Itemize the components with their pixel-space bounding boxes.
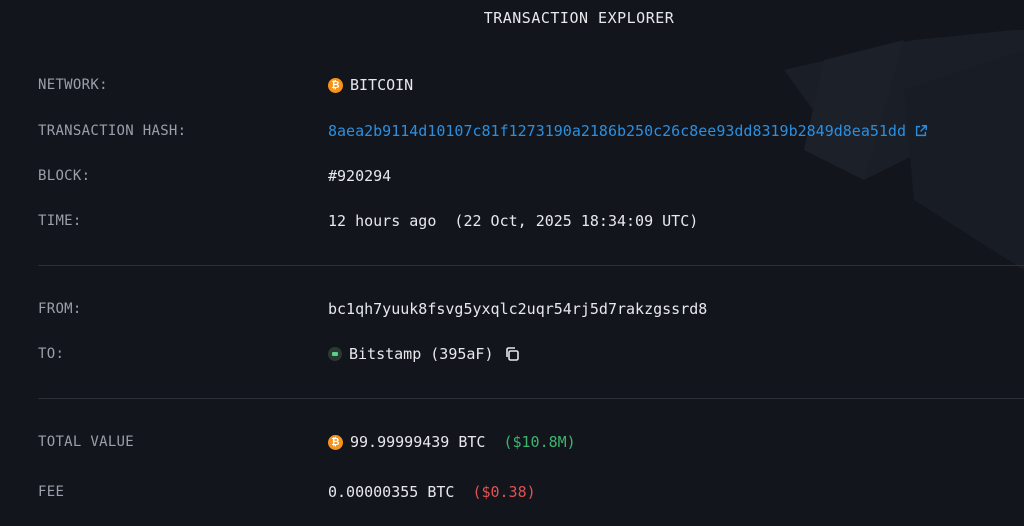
page-title: TRANSACTION EXPLORER: [483, 9, 675, 27]
external-link-icon[interactable]: [914, 124, 928, 138]
block-value: #920294: [328, 167, 392, 185]
from-address[interactable]: bc1qh7yuuk8fsvg5yxqlc2uqr54rj5d7rakzgssr…: [328, 300, 707, 318]
block-label: BLOCK:: [38, 168, 91, 184]
fee-label: FEE: [38, 484, 65, 500]
network-label: NETWORK:: [38, 77, 108, 93]
time-value: 12 hours ago (22 Oct, 2025 18:34:09 UTC): [328, 212, 699, 230]
fee-amount: 0.00000355 BTC: [328, 483, 455, 501]
total-value: ₿ 99.99999439 BTC ($10.8M): [328, 433, 576, 451]
bitcoin-icon: ₿: [328, 434, 343, 450]
hash-value: 8aea2b9114d10107c81f1273190a2186b250c26c…: [328, 122, 928, 140]
hash-row: TRANSACTION HASH: 8aea2b9114d10107c81f12…: [0, 120, 1024, 142]
to-label: TO:: [38, 346, 65, 362]
copy-icon[interactable]: [504, 346, 520, 362]
fee-value: 0.00000355 BTC ($0.38): [328, 483, 536, 501]
to-row: TO: Bitstamp (395aF): [0, 343, 1024, 365]
network-name: BITCOIN: [350, 76, 414, 94]
from-label: FROM:: [38, 301, 82, 317]
watermark-logo: [784, 30, 1024, 270]
bitcoin-icon: ₿: [328, 77, 343, 93]
hash-label: TRANSACTION HASH:: [38, 123, 187, 139]
entity-icon: [328, 347, 342, 361]
total-usd: ($10.8M): [503, 433, 576, 451]
to-entity[interactable]: Bitstamp (395aF): [349, 345, 494, 363]
to-value: Bitstamp (395aF): [328, 345, 520, 363]
network-row: NETWORK: ₿ BITCOIN: [0, 74, 1024, 96]
divider: [38, 265, 1024, 266]
time-row: TIME: 12 hours ago (22 Oct, 2025 18:34:0…: [0, 210, 1024, 232]
total-value-label: TOTAL VALUE: [38, 434, 135, 450]
block-row: BLOCK: #920294: [0, 165, 1024, 187]
transaction-hash-link[interactable]: 8aea2b9114d10107c81f1273190a2186b250c26c…: [328, 122, 906, 140]
network-value: ₿ BITCOIN: [328, 76, 413, 94]
total-amount: 99.99999439 BTC: [350, 433, 486, 451]
fee-row: FEE 0.00000355 BTC ($0.38): [0, 481, 1024, 503]
divider: [38, 398, 1024, 399]
time-label: TIME:: [38, 213, 82, 229]
from-row: FROM: bc1qh7yuuk8fsvg5yxqlc2uqr54rj5d7ra…: [0, 298, 1024, 320]
fee-usd: ($0.38): [472, 483, 536, 501]
total-value-row: TOTAL VALUE ₿ 99.99999439 BTC ($10.8M): [0, 431, 1024, 453]
